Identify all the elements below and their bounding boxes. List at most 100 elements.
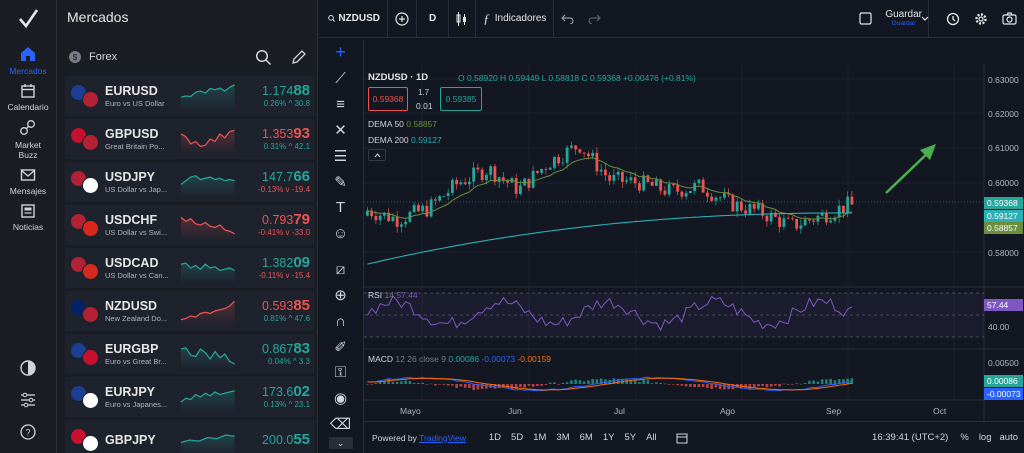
macd-histogram-bar [374,383,378,384]
sell-button[interactable]: 0.59368 [368,87,408,111]
row-symbol: USDJPY [105,169,156,184]
text-icon[interactable]: T [336,195,345,221]
settings-button[interactable] [967,0,995,38]
macd-histogram-bar [778,384,781,387]
candle [616,171,620,175]
save-menu-button[interactable] [921,0,939,38]
redo-button[interactable] [581,0,608,38]
search-icon[interactable] [255,49,272,66]
symbol-label: NZDUSD [338,13,380,24]
watchlist-row[interactable]: GBPJPY 200.055 [65,420,314,453]
candle [531,170,535,188]
candle [629,177,633,181]
buy-button[interactable]: 0.59385 [440,87,482,111]
range-button-1m[interactable]: 1M [533,432,546,443]
candle [829,220,833,223]
expand-tools-icon[interactable]: ⌄ [328,437,353,450]
range-button-5d[interactable]: 5D [511,432,523,443]
fib-icon[interactable]: ☰ [334,143,347,169]
edit-icon[interactable] [290,49,307,66]
pattern-icon[interactable]: ✕ [334,117,347,143]
macd-histogram-bar [812,380,815,384]
undo-button[interactable] [554,0,581,38]
nav-item-calendario[interactable]: Calendario [0,83,57,112]
nav-item-mercados[interactable]: Mercados [0,45,57,76]
logo-icon[interactable] [17,0,39,38]
horizontal-lines-icon[interactable]: ≡ [336,92,345,118]
indicators-button[interactable]: ƒ Indicadores [476,0,555,38]
trash-icon[interactable]: ⌫ [330,411,351,437]
watchlist-row[interactable]: USDCHF US Dollar vs Swi... 0.79379 -0.41% v… [65,205,314,245]
rsi-tick: 40.00 [988,322,1010,332]
macd-histogram-bar [808,380,811,384]
candle [480,169,484,181]
emoji-icon[interactable]: ☺ [333,221,348,247]
lock-icon[interactable]: ⚿ [335,360,346,386]
macd-histogram-bar [757,384,760,387]
collapse-legend-button[interactable] [368,149,386,161]
crosshair-icon[interactable]: + [335,40,346,66]
news-icon [21,204,35,218]
candle [786,218,790,220]
macd-histogram-bar [523,384,526,388]
nav-item-mensajes[interactable]: Mensajes [0,167,57,196]
theme-toggle-icon[interactable] [19,359,37,377]
range-button-all[interactable]: All [646,432,657,443]
macd-histogram-bar [425,384,429,385]
auto-toggle[interactable]: auto [1000,432,1019,443]
watchlist-row[interactable]: NZDUSD New Zealand Do... 0.59385 0.81% ^ 47… [65,291,314,331]
candle [591,152,595,157]
layout-button[interactable] [852,0,879,38]
macd-histogram-bar [638,382,641,384]
log-toggle[interactable]: log [979,432,992,443]
eye-icon[interactable]: ◉ [334,386,347,412]
row-change: -0.41% v -33.0 [257,228,311,237]
chart-type-button[interactable] [449,0,477,38]
compare-button[interactable] [388,0,417,38]
category-label[interactable]: Forex [89,51,117,63]
watchlist-row[interactable]: EURUSD Euro vs US Dollar 1.17488 0.26% ^ 30… [65,76,314,116]
watchlist-row[interactable]: EURJPY Euro vs Japanes... 173.602 0.13% ^ 2… [65,377,314,417]
brush-icon[interactable]: ✎ [334,169,347,195]
ruler-icon[interactable]: ⧄ [336,257,346,283]
help-icon[interactable]: ? [19,423,37,441]
range-button-5y[interactable]: 5Y [624,432,636,443]
dema50-label: DEMA 50 [368,119,404,129]
range-button-6m[interactable]: 6M [580,432,593,443]
snapshot-button[interactable] [995,0,1024,38]
symbol-search[interactable]: NZDUSD [318,0,388,38]
interval-button[interactable]: D [417,0,450,38]
lock-drawing-icon[interactable]: ✐ [334,334,347,360]
alert-button[interactable] [939,0,967,38]
nav-item-market-buzz[interactable]: Market Buzz [0,119,57,160]
watchlist-title: Mercados [67,9,129,25]
watchlist-row[interactable]: USDJPY US Dollar vs Jap... 147.766 -0.13% v… [65,162,314,202]
goto-date-icon[interactable] [676,432,688,444]
candle [718,197,722,199]
row-symbol: EURUSD [105,83,158,98]
macd-histogram-bar [527,384,531,386]
range-button-3m[interactable]: 3M [556,432,569,443]
row-price: 1.35393 [262,125,311,142]
tradingview-link[interactable]: TradingView [419,433,466,443]
macd-histogram-bar [633,380,637,384]
candle [582,152,586,154]
macd-legend: MACD 12 26 close 9 0.00086 -0.00073 -0.0… [368,353,551,365]
zoom-in-icon[interactable]: ⊕ [334,282,347,308]
range-button-1d[interactable]: 1D [489,432,501,443]
watchlist-row[interactable]: GBPUSD Great Britain Po... 1.35393 0.31% ^ … [65,119,314,159]
candle [502,177,505,180]
sliders-icon[interactable] [19,391,37,409]
magnet-icon[interactable]: ∩ [335,308,346,334]
row-price: 0.79379 [262,211,311,228]
range-button-1y[interactable]: 1Y [603,432,615,443]
candle [837,205,841,218]
percent-toggle[interactable]: % [960,432,968,443]
currency-flags-icon [70,212,100,238]
trend-line-icon[interactable]: ⟋ [335,66,346,92]
macd-histogram-bar [799,383,803,385]
rsi-value: 57.44 [396,290,418,300]
watchlist-row[interactable]: EURGBP Euro vs Great Br... 0.86783 0.04% ^ … [65,334,314,374]
watchlist-row[interactable]: USDCAD US Dollar vs Can... 1.38209 -0.11% v… [65,248,314,288]
nav-item-noticias[interactable]: Noticias [0,203,57,232]
